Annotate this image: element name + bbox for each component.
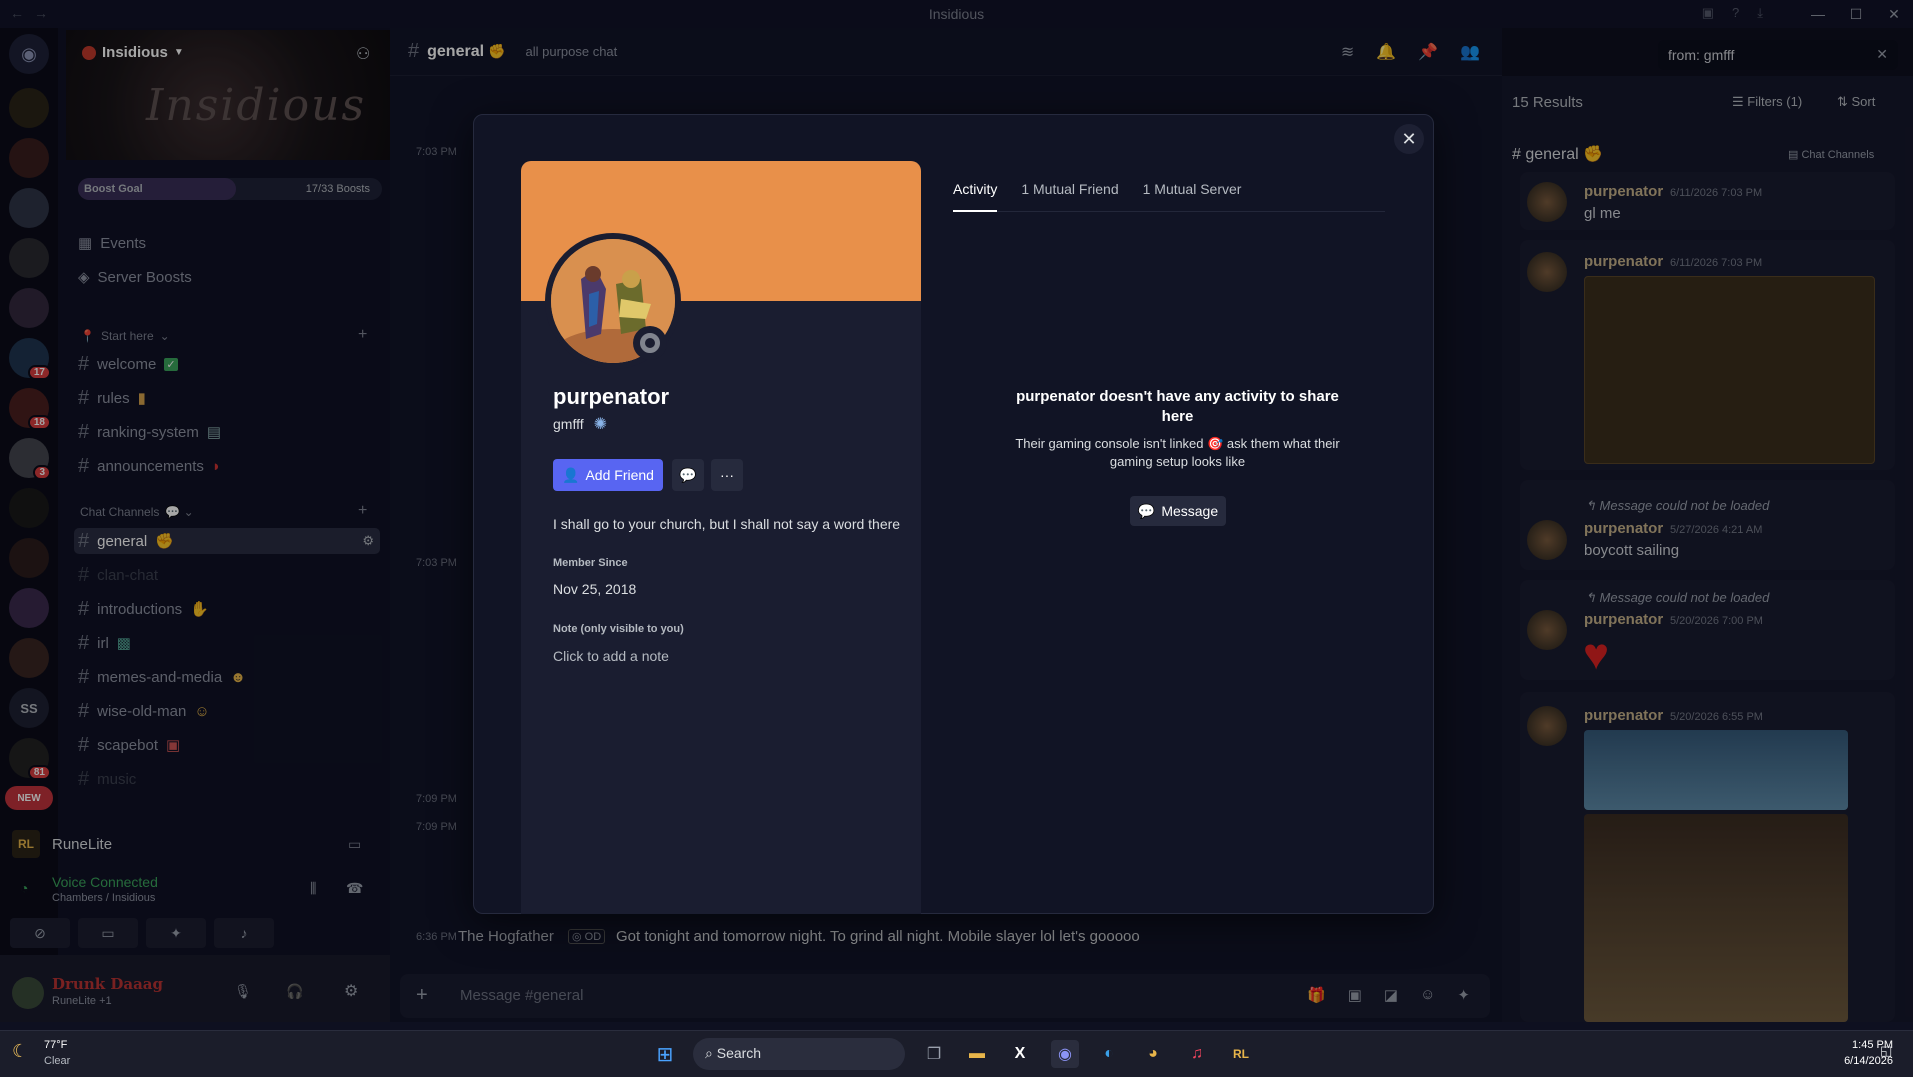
more-options-button[interactable]: ···	[711, 459, 743, 491]
task-view-icon[interactable]: ❐	[920, 1040, 948, 1068]
file-explorer-icon[interactable]: ▬	[963, 1040, 991, 1068]
taskbar-search[interactable]: ⌕ Search	[693, 1038, 905, 1070]
ellipsis-icon: ···	[720, 467, 734, 483]
profile-display-name: purpenator	[553, 384, 670, 409]
tab-mutual-servers[interactable]: 1 Mutual Server	[1143, 178, 1242, 212]
windows-start-icon[interactable]: ⊞	[651, 1040, 679, 1068]
empty-title: purpenator doesn't have any activity to …	[1016, 388, 1339, 425]
music-icon[interactable]: ♫	[1183, 1040, 1211, 1068]
runelite-taskbar-icon[interactable]: RL	[1227, 1040, 1255, 1068]
tab-activity[interactable]: Activity	[953, 178, 998, 212]
note-input[interactable]: Click to add a note	[553, 648, 669, 664]
message-button[interactable]: 💬 Message	[1130, 496, 1226, 526]
offline-status-icon	[640, 333, 660, 353]
chat-bubble-icon: 💬	[679, 466, 697, 483]
add-person-icon: 👤	[562, 466, 580, 483]
close-button[interactable]: ✕	[1394, 124, 1424, 154]
discord-taskbar-icon[interactable]: ◉	[1051, 1040, 1079, 1068]
member-since-label: Member Since	[553, 557, 628, 569]
message-label: Message	[1161, 503, 1219, 519]
add-friend-button[interactable]: 👤 Add Friend	[553, 459, 663, 491]
username-text: gmfff	[553, 416, 584, 432]
nitro-badge-icon[interactable]: ✺	[594, 414, 607, 434]
search-icon: ⌕	[705, 1045, 713, 1061]
x-app-icon[interactable]: X	[1006, 1040, 1034, 1068]
empty-subtitle: Their gaming console isn't linked 🎯 ask …	[1015, 436, 1340, 469]
weather-desc: Clear	[44, 1055, 71, 1067]
activity-empty-state: purpenator doesn't have any activity to …	[1010, 387, 1345, 471]
chat-bubble-icon: 💬	[1137, 502, 1156, 519]
status-indicator	[633, 326, 667, 360]
notification-icon[interactable]: ◱	[1880, 1043, 1892, 1059]
tab-mutual-friends[interactable]: 1 Mutual Friend	[1021, 178, 1118, 212]
add-friend-label: Add Friend	[585, 467, 654, 483]
weather-temp[interactable]: 77°F	[44, 1039, 67, 1051]
note-label: Note (only visible to you)	[553, 623, 684, 635]
message-icon-button[interactable]: 💬	[672, 459, 704, 491]
profile-bio: I shall go to your church, but I shall n…	[553, 516, 901, 532]
chrome-icon[interactable]: ◕	[1139, 1040, 1167, 1068]
weather-moon-icon[interactable]: ☾	[12, 1041, 28, 1062]
profile-username[interactable]: gmfff ✺	[553, 414, 607, 434]
taskbar: ☾ 77°F Clear 1:45 PM 6/14/2026 ◱	[0, 1030, 1913, 1077]
edge-icon[interactable]: ◐	[1095, 1040, 1123, 1068]
profile-tabs: Activity 1 Mutual Friend 1 Mutual Server	[953, 178, 1385, 212]
search-label: Search	[716, 1045, 762, 1061]
member-since-date: Nov 25, 2018	[553, 581, 637, 597]
